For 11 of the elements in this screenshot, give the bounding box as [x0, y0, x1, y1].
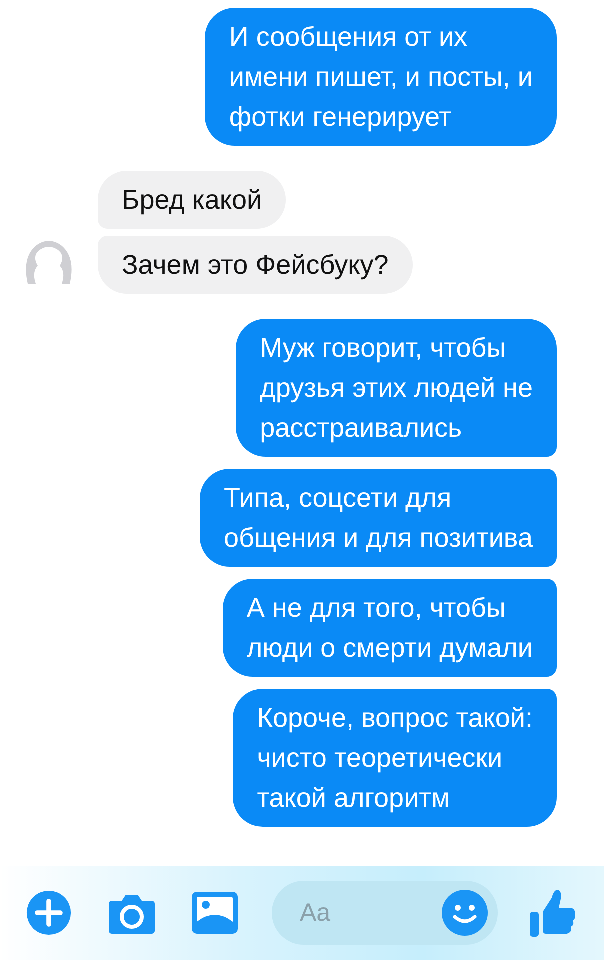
message-bubble: И сообщения от их имени пишет, и посты, и фотки генерирует [205, 8, 557, 146]
image-icon[interactable] [192, 892, 238, 934]
message-bubble: Типа, соцсети для общения и для позитива [200, 469, 557, 567]
thumbs-up-icon[interactable] [530, 888, 576, 938]
smiley-icon[interactable] [442, 890, 488, 936]
message-bubble: Короче, вопрос такой: чисто теоретически такой алгоритм [233, 689, 557, 827]
add-icon[interactable] [26, 890, 72, 936]
message-bubble: А не для того, чтобы люди о смерти думали [222, 579, 557, 677]
message-bubble: Бред какой [98, 171, 286, 229]
message-bubble: Зачем это Фейсбуку? [98, 236, 413, 294]
message-bubble: Муж говорит, чтобы друзья этих людей не расстраивались [236, 319, 557, 457]
